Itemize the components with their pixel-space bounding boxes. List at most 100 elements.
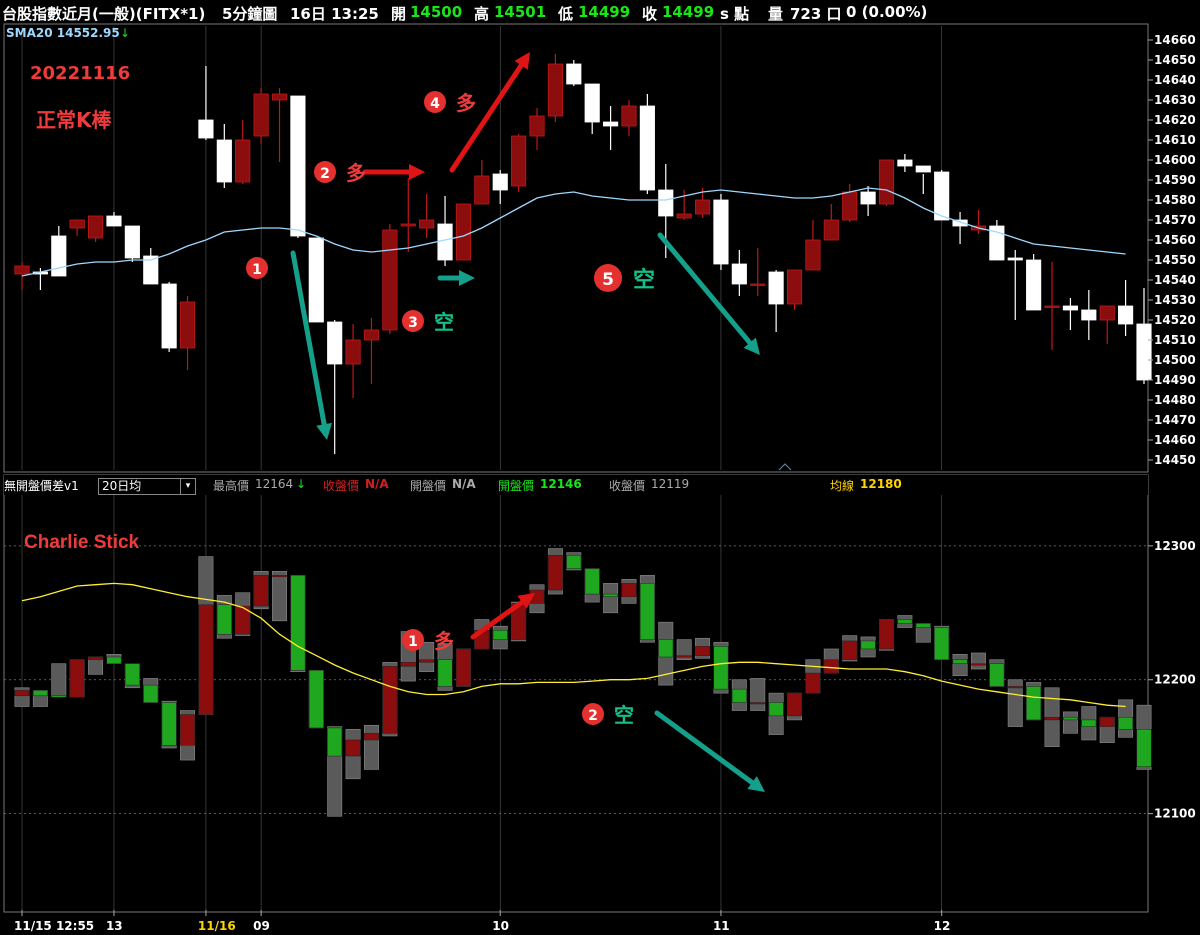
sub-candle-body xyxy=(971,663,986,666)
candle-body xyxy=(547,63,563,117)
sub-candle-body xyxy=(805,672,821,694)
main-y-tick-label: 14460 xyxy=(1154,433,1196,447)
sub-candle-body xyxy=(198,604,214,715)
sub-high-arrow: ↓ xyxy=(296,477,307,491)
main-y-tick-label: 14560 xyxy=(1154,233,1196,247)
main-y-tick-label: 14600 xyxy=(1154,153,1196,167)
main-y-tick-label: 14550 xyxy=(1154,253,1196,267)
main-y-tick-label: 14510 xyxy=(1154,333,1196,347)
candle-body xyxy=(584,83,600,123)
candle-body xyxy=(731,263,747,285)
sub-grid xyxy=(4,545,1148,814)
sub-candle-body xyxy=(456,648,471,687)
sub-candle-body xyxy=(1099,716,1115,727)
sub-close2-value: 12119 xyxy=(651,477,690,491)
step-2-text: 多 xyxy=(346,161,366,185)
sub-candle-body xyxy=(547,554,563,591)
candle-body xyxy=(511,135,527,187)
sub-candle-body xyxy=(842,640,858,660)
sub-candle-body xyxy=(272,575,287,578)
candle-body xyxy=(492,173,508,191)
sub-candle-body xyxy=(253,575,269,607)
sub-candle-body xyxy=(382,666,398,734)
candle-body xyxy=(161,283,177,349)
main-candles xyxy=(14,54,1152,454)
candle-body xyxy=(1007,257,1023,261)
sub-candle-body xyxy=(400,662,416,667)
step-5-text: 空 xyxy=(633,267,655,293)
main-y-tick-label: 14610 xyxy=(1154,133,1196,147)
sub-open2-value: 12146 xyxy=(540,477,582,491)
main-y-tick-label: 14590 xyxy=(1154,173,1196,187)
sub-candle-body xyxy=(1007,686,1023,689)
candle-body xyxy=(216,139,232,183)
sub-open-label: 開盤價 xyxy=(410,479,447,493)
sub-candle-body xyxy=(621,583,637,597)
sub-candle-body xyxy=(364,733,379,741)
sub-ma-line xyxy=(21,582,1126,708)
candle-body xyxy=(345,339,361,365)
svg-text:3: 3 xyxy=(408,315,418,331)
candle-body xyxy=(271,93,288,101)
sub-panel-border xyxy=(3,474,1149,913)
sub-range-box xyxy=(272,571,287,622)
candle-body xyxy=(860,191,876,205)
step-2-marker: 2 多 xyxy=(314,161,366,185)
chevron-down-icon[interactable]: ▾ xyxy=(180,479,195,494)
sub-candle-body xyxy=(88,656,103,660)
candle-body xyxy=(658,189,674,217)
candle-body xyxy=(1099,305,1115,321)
x-tick-label: 12 xyxy=(934,919,951,933)
sub-range-box xyxy=(750,678,766,711)
step-1-marker: 1 xyxy=(246,257,268,279)
sub-y-tick-label: 12200 xyxy=(1154,673,1196,687)
sub-candle-body xyxy=(32,690,48,697)
candle-body xyxy=(179,301,196,349)
main-y-tick-label: 14640 xyxy=(1154,73,1196,87)
x-tick-label: 11 xyxy=(713,919,730,933)
sub-range-box xyxy=(970,652,986,670)
sub-candle-body xyxy=(419,659,435,663)
chart-frame xyxy=(3,23,1149,913)
candle-body xyxy=(621,105,637,127)
candle-body xyxy=(198,119,214,139)
candle-body xyxy=(529,115,545,137)
step-3-text: 空 xyxy=(434,310,454,334)
sub-range-box xyxy=(952,654,968,677)
arrow-5-down-shaft xyxy=(657,232,753,346)
candle-body xyxy=(1044,305,1060,308)
step-5-marker: 5 空 xyxy=(594,264,655,293)
sub-y-tick-label: 12300 xyxy=(1154,539,1196,553)
sub-ma-value: 12180 xyxy=(860,477,902,491)
main-panel-border xyxy=(3,23,1149,473)
sub-candle-body xyxy=(713,646,729,690)
sub-candle-body xyxy=(750,702,766,705)
candle-body xyxy=(455,203,472,261)
candle-body xyxy=(400,223,416,227)
svg-text:5: 5 xyxy=(602,270,614,290)
sub-step-1-text: 多 xyxy=(434,629,454,653)
sub-candle-body xyxy=(308,670,324,729)
step-4-marker: 4 多 xyxy=(424,91,476,115)
candle-body xyxy=(124,225,140,259)
candle-body xyxy=(14,265,30,275)
sub-high-value: 12164 xyxy=(255,477,294,491)
sub-candle-body xyxy=(1026,686,1042,721)
sub-candle-body xyxy=(492,629,508,640)
candle-body xyxy=(805,239,821,271)
sub-candle-body xyxy=(695,646,710,656)
sub-price-axis: 12100 12200 12300 xyxy=(1148,539,1196,821)
sub-candle-body xyxy=(1136,729,1152,768)
ma-period-select[interactable]: 20日均 ▾ xyxy=(98,478,196,495)
candle-body xyxy=(1026,259,1042,311)
scroll-caret-icon xyxy=(778,463,792,471)
candle-body xyxy=(750,283,766,286)
candle-body xyxy=(235,139,251,183)
sub-candles xyxy=(14,548,1152,817)
arrow-1-down-head xyxy=(316,422,333,440)
sub-candle-body xyxy=(860,640,876,650)
sub-range-box xyxy=(603,583,619,614)
candle-body xyxy=(474,175,490,205)
candle-body xyxy=(915,165,931,173)
candle-body xyxy=(566,63,582,85)
